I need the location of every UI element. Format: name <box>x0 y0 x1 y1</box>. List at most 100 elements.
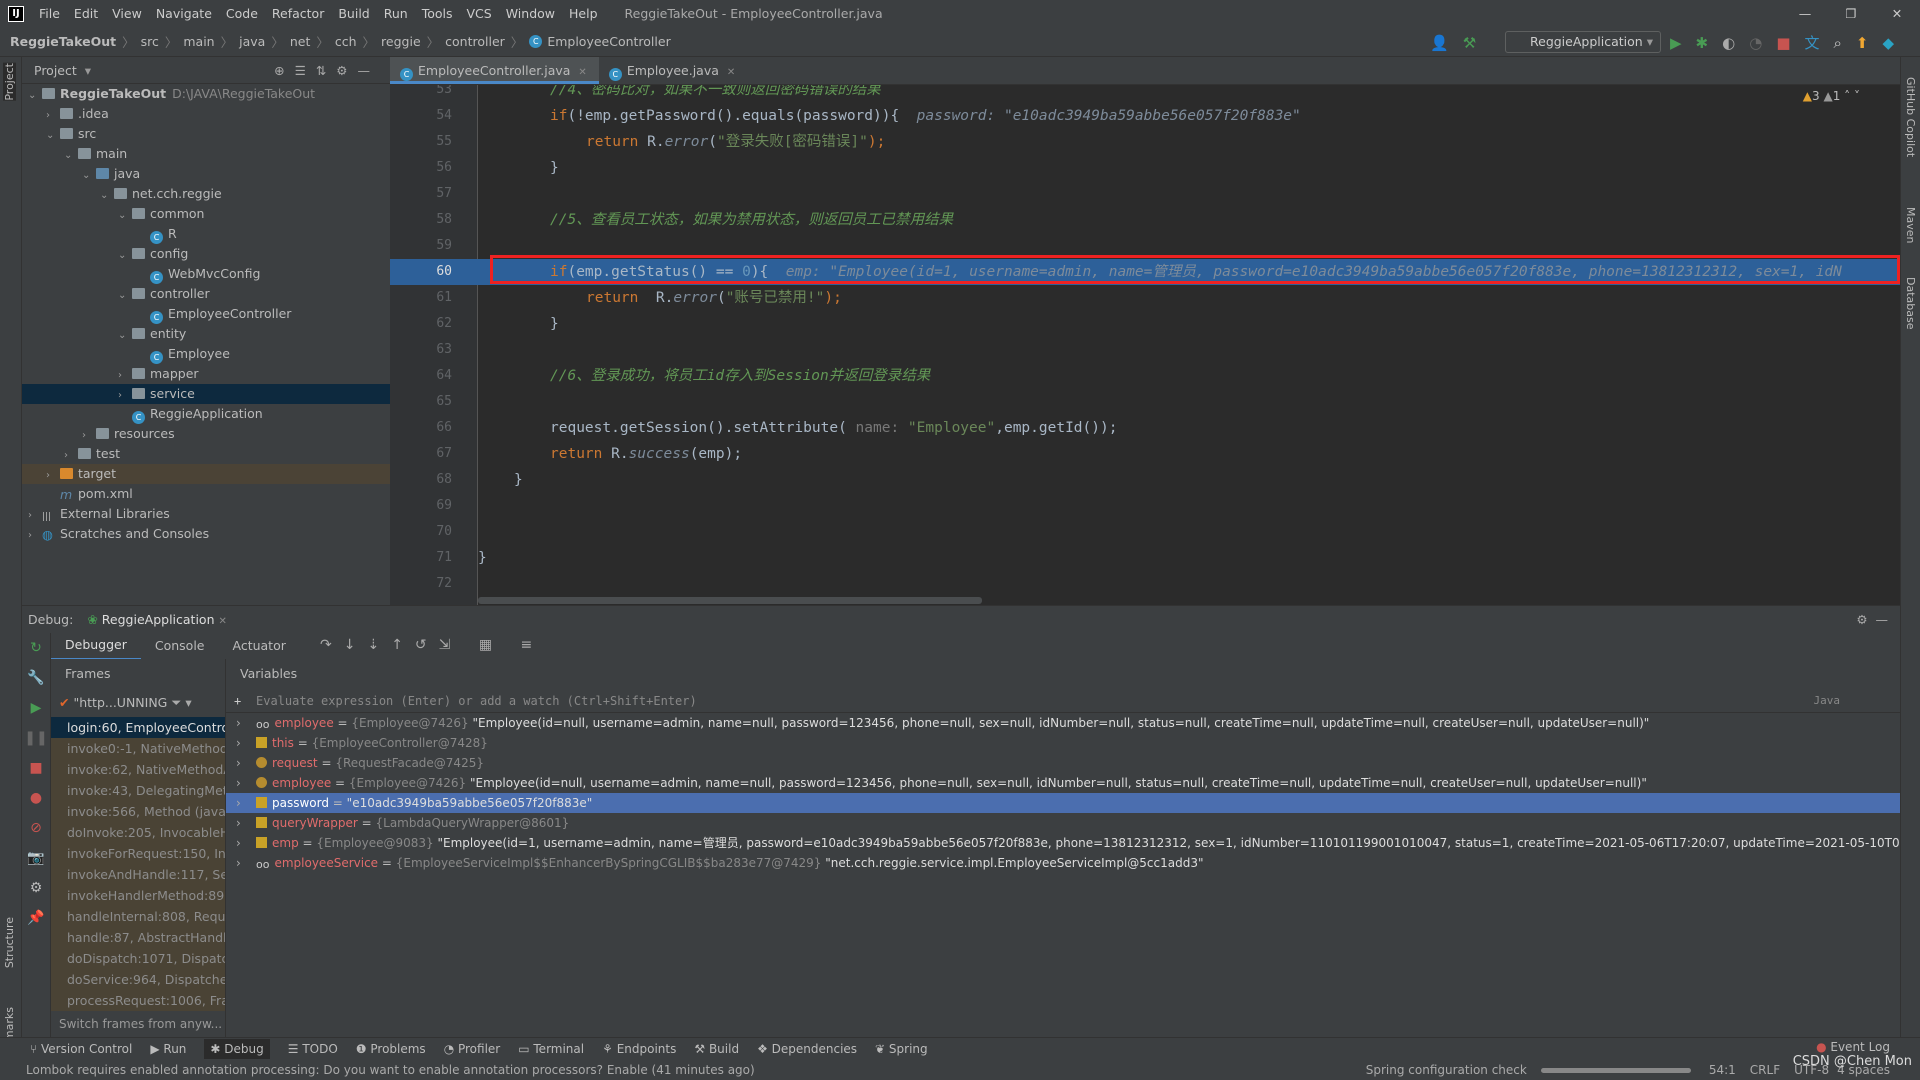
language-select[interactable]: Java <box>1814 689 1841 713</box>
frame-item[interactable]: invoke:43, DelegatingMethodAccessorImpl <box>51 780 225 801</box>
expand-chevron-icon[interactable]: › <box>236 713 241 733</box>
chevron-down-icon[interactable]: ⌄ <box>118 326 132 346</box>
line-number[interactable]: 72 <box>390 571 452 597</box>
expand-chevron-icon[interactable]: › <box>236 753 241 773</box>
line-number[interactable]: 69 <box>390 493 452 519</box>
expand-chevron-icon[interactable]: › <box>236 793 241 813</box>
tree-item[interactable]: ⌄ net.cch.reggie <box>22 184 390 204</box>
line-number[interactable]: 57 <box>390 181 452 207</box>
breadcrumb-item[interactable]: controller <box>445 34 505 49</box>
chevron-down-icon[interactable]: ⌄ <box>82 166 96 186</box>
wrench-icon[interactable]: 🔧 <box>22 663 50 693</box>
tool-endpoints[interactable]: ⚘ Endpoints <box>602 1042 676 1056</box>
tree-item[interactable]: › test <box>22 444 390 464</box>
tree-item[interactable]: ⌄ entity <box>22 324 390 344</box>
frame-item[interactable]: handleInternal:808, RequestMappingHandle… <box>51 906 225 927</box>
tool-profiler[interactable]: ◔ Profiler <box>444 1042 501 1056</box>
frame-item[interactable]: invokeAndHandle:117, ServletInvocableHan… <box>51 864 225 885</box>
line-number[interactable]: 64 <box>390 363 452 389</box>
chevron-right-icon[interactable]: › <box>46 106 60 126</box>
tool-debug[interactable]: ✱ Debug <box>204 1039 270 1059</box>
stop-icon[interactable]: ■ <box>22 753 50 783</box>
tab-console[interactable]: Console <box>141 633 219 659</box>
tree-item[interactable]: › target <box>22 464 390 484</box>
frame-item[interactable]: doInvoke:205, InvocableHandlerMethod <box>51 822 225 843</box>
expand-chevron-icon[interactable]: › <box>236 853 241 873</box>
settings-icon[interactable]: ⚙ <box>22 873 50 903</box>
search-icon[interactable]: ⌕ <box>1834 33 1842 53</box>
debug-bug-icon[interactable]: ✱ <box>1696 33 1709 53</box>
resume-icon[interactable]: ▶ <box>22 693 50 723</box>
line-number[interactable]: 66 <box>390 415 452 441</box>
breadcrumb-item[interactable]: cch <box>335 34 357 49</box>
update-icon[interactable]: ⬆ <box>1856 33 1869 53</box>
status-message[interactable]: Lombok requires enabled annotation proce… <box>26 1063 755 1077</box>
close-icon[interactable]: ✕ <box>1874 0 1920 27</box>
camera-icon[interactable]: 📷 <box>22 843 50 873</box>
project-panel-tools-icon[interactable]: ⊕☰⇅⚙— <box>274 63 380 78</box>
code-editor[interactable]: ▲3 ▲1 ˄ ˅ 53//4、密码比对，如果不一致则返回密码错误的结果 54 if… <box>390 85 1900 605</box>
tree-item[interactable]: › resources <box>22 424 390 444</box>
line-number[interactable]: 63 <box>390 337 452 363</box>
tree-item[interactable]: C Employee <box>22 344 390 364</box>
tree-item[interactable]: ⌄ config <box>22 244 390 264</box>
pause-icon[interactable]: ❚❚ <box>22 723 50 753</box>
tree-item[interactable]: ⌄ main <box>22 144 390 164</box>
variable-row[interactable]: › oo employee = {Employee@7426} "Employee(… <box>226 713 1900 733</box>
stop-icon[interactable]: ■ <box>1776 33 1790 53</box>
tree-item[interactable]: ⌄ ReggieTakeOut D:\JAVA\ReggieTakeOut <box>22 84 390 104</box>
database-tab[interactable]: Database <box>1904 277 1917 330</box>
variable-row[interactable]: › request = {RequestFacade@7425} <box>226 753 1900 773</box>
rerun-icon[interactable]: ↻ <box>22 633 50 663</box>
chevron-right-icon[interactable]: › <box>28 526 42 546</box>
run-configuration-select[interactable]: ReggieApplication ▾ <box>1505 31 1661 53</box>
tree-item[interactable]: › ||| External Libraries <box>22 504 390 524</box>
thread-select[interactable]: ✔ "http...UNNING ⏷ ▾ <box>51 689 225 717</box>
line-number[interactable]: 68 <box>390 467 452 493</box>
tool-terminal[interactable]: ▭ Terminal <box>518 1042 584 1056</box>
breadcrumb-item[interactable]: main <box>183 34 214 49</box>
close-tab-icon[interactable]: ✕ <box>578 67 586 78</box>
menu-refactor[interactable]: Refactor <box>265 6 331 21</box>
user-icon[interactable]: 👤 <box>1430 33 1449 53</box>
line-number[interactable]: 53 <box>390 85 452 103</box>
frame-item[interactable]: invoke:62, NativeMethodAccessorImpl <box>51 759 225 780</box>
close-tab-icon[interactable]: ✕ <box>727 67 735 78</box>
tab-employeecontroller[interactable]: C EmployeeController.java ✕ <box>390 57 599 84</box>
frame-item[interactable]: login:60, EmployeeController <box>51 717 225 738</box>
breadcrumb-item[interactable]: reggie <box>381 34 421 49</box>
line-number[interactable]: 67 <box>390 441 452 467</box>
chevron-down-icon[interactable]: ⌄ <box>100 186 114 206</box>
tree-item[interactable]: m pom.xml <box>22 484 390 504</box>
tree-item[interactable]: ⌄ src <box>22 124 390 144</box>
tool-run[interactable]: ▶ Run <box>150 1042 186 1056</box>
tree-item[interactable]: C WebMvcConfig <box>22 264 390 284</box>
variable-row[interactable]: › employee = {Employee@7426} "Employee(id… <box>226 773 1900 793</box>
line-number[interactable]: 58 <box>390 207 452 233</box>
breadcrumb-item[interactable]: java <box>239 34 265 49</box>
structure-tool-tab[interactable]: Structure <box>3 917 16 968</box>
chevron-right-icon[interactable]: › <box>82 426 96 446</box>
frame-item[interactable]: doDispatch:1071, DispatcherServlet <box>51 948 225 969</box>
variable-row[interactable]: › password = "e10adc3949ba59abbe56e057f20… <box>226 793 1900 813</box>
expand-chevron-icon[interactable]: › <box>236 833 241 853</box>
github-copilot-tab[interactable]: GitHub Copilot <box>1904 77 1917 157</box>
event-log-button[interactable]: ● Event Log <box>1816 1040 1890 1054</box>
tree-item[interactable]: › .idea <box>22 104 390 124</box>
menu-navigate[interactable]: Navigate <box>149 6 219 21</box>
tool-build[interactable]: ⚒ Build <box>694 1042 739 1056</box>
tree-item[interactable]: C ReggieApplication <box>22 404 390 424</box>
breadcrumb-item[interactable]: EmployeeController <box>547 34 670 49</box>
minimize-icon[interactable]: — <box>1782 0 1828 27</box>
chevron-down-icon[interactable]: ⌄ <box>64 146 78 166</box>
variable-row[interactable]: › oo employeeService = {EmployeeServiceImp… <box>226 853 1900 873</box>
add-watch-icon[interactable]: + <box>234 689 241 713</box>
project-tool-tab[interactable]: Project <box>3 63 16 101</box>
frame-item[interactable]: doService:964, DispatcherServlet <box>51 969 225 990</box>
tree-item[interactable]: C EmployeeController <box>22 304 390 324</box>
tool-spring[interactable]: ❦ Spring <box>875 1042 928 1056</box>
debug-session-tab[interactable]: ❀ ReggieApplication ✕ <box>87 612 227 627</box>
breadcrumb-item[interactable]: src <box>141 34 159 49</box>
tree-item[interactable]: › service <box>22 384 390 404</box>
line-number[interactable]: 55 <box>390 129 452 155</box>
